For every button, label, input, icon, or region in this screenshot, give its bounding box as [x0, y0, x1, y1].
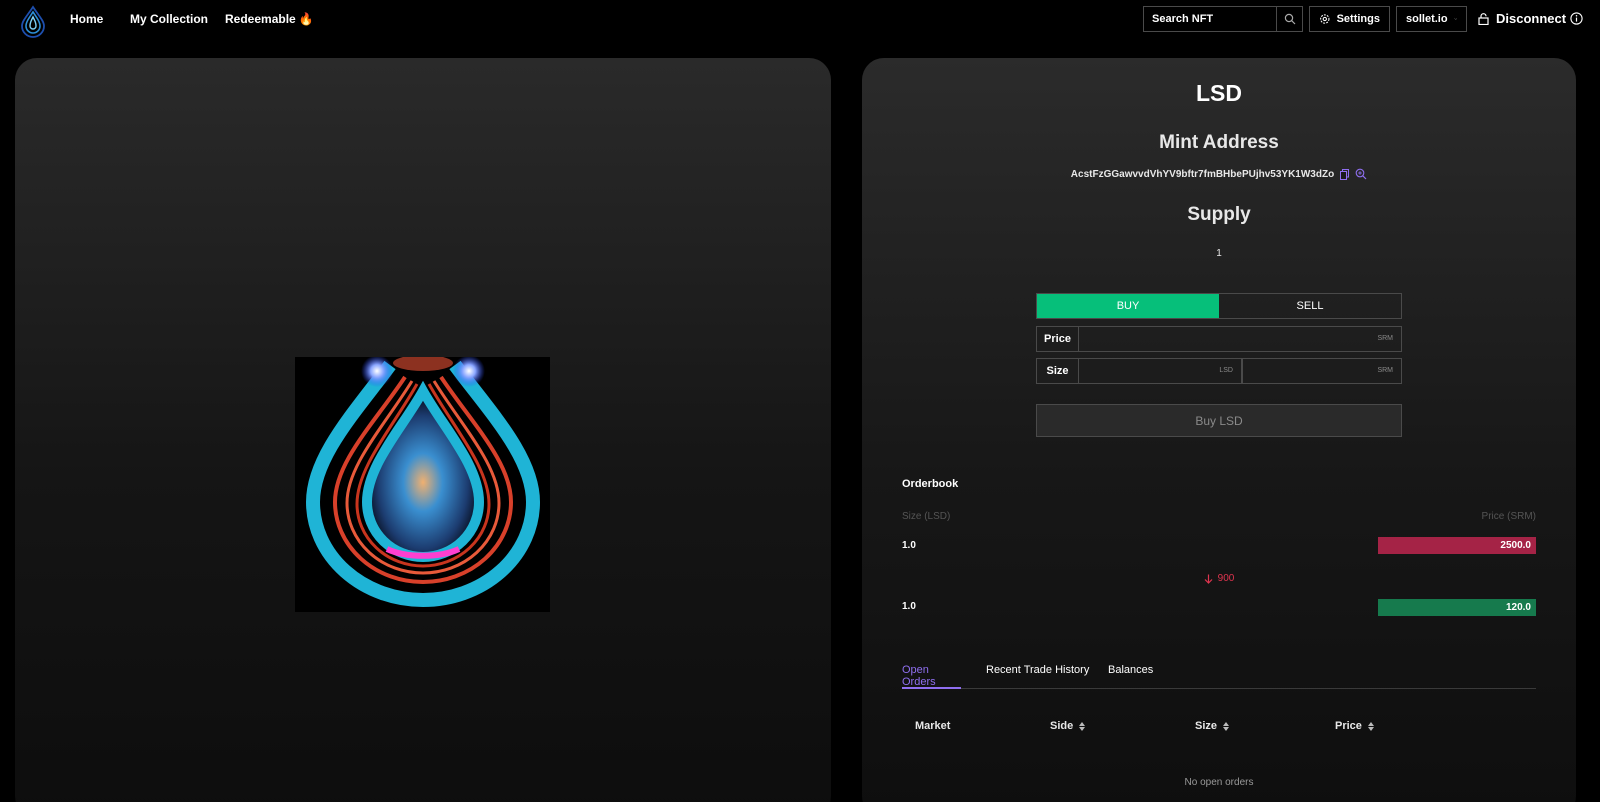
last-price-value: 900: [1217, 573, 1235, 584]
column-header-price[interactable]: Price: [1335, 720, 1374, 732]
disconnect-label: Disconnect: [1496, 11, 1567, 26]
sort-icon: [1367, 721, 1374, 731]
mint-address-row: AcstFzGGawvvdVhYV9bftr7fmBHbePUjhv53YK1W…: [862, 168, 1576, 180]
size-base-input-wrapper: LSD: [1079, 358, 1242, 384]
orders-tabs: Open Orders Recent Trade History Balance…: [902, 664, 1536, 689]
size-base-input[interactable]: [1079, 359, 1241, 383]
nav-redeemable-link[interactable]: Redeemable 🔥: [225, 12, 314, 26]
tab-balances[interactable]: Balances: [1108, 664, 1153, 689]
buy-submit-button[interactable]: Buy LSD: [1036, 404, 1402, 437]
chevron-down-icon: [1453, 18, 1457, 20]
price-label: Price: [1036, 326, 1079, 352]
sell-tab[interactable]: SELL: [1219, 294, 1401, 318]
size-quote-input-wrapper: SRM: [1242, 358, 1402, 384]
lock-icon: [1478, 12, 1489, 25]
price-input-wrapper: SRM: [1079, 326, 1402, 352]
column-header-size[interactable]: Size: [1195, 720, 1230, 732]
search-bar: [1143, 6, 1303, 32]
nav-my-collection-link[interactable]: My Collection: [130, 12, 208, 26]
arrow-down-icon: [1204, 574, 1213, 584]
buy-sell-toggle: BUY SELL: [1036, 293, 1402, 319]
wallet-provider-label: sollet.io: [1406, 13, 1448, 25]
nft-details-panel: LSD Mint Address AcstFzGGawvvdVhYV9bftr7…: [862, 58, 1576, 802]
sort-icon: [1223, 721, 1230, 731]
settings-label: Settings: [1336, 13, 1380, 25]
nav-redeemable-label: Redeemable: [225, 12, 296, 26]
tab-recent-trade-history[interactable]: Recent Trade History: [986, 664, 1089, 689]
explorer-search-icon[interactable]: [1355, 168, 1367, 180]
search-icon: [1284, 13, 1295, 25]
nav-home-link[interactable]: Home: [70, 12, 103, 26]
top-navbar: Home My Collection Redeemable🔥 Settings …: [0, 0, 1600, 40]
info-icon[interactable]: [1570, 12, 1583, 25]
tab-open-orders[interactable]: Open Orders: [902, 664, 961, 689]
column-price-label: Price: [1335, 720, 1362, 732]
buy-tab[interactable]: BUY: [1037, 294, 1219, 318]
mint-address-heading: Mint Address: [1159, 132, 1279, 153]
ask-row-price[interactable]: 2500.0: [1378, 537, 1536, 554]
mint-address-value: AcstFzGGawvvdVhYV9bftr7fmBHbePUjhv53YK1W…: [1070, 168, 1335, 180]
orderbook-price-header: Price (SRM): [1481, 511, 1536, 522]
column-header-side[interactable]: Side: [1050, 720, 1086, 732]
bid-row-size: 1.0: [902, 601, 916, 612]
column-header-market[interactable]: Market: [915, 720, 950, 732]
nft-artwork-image[interactable]: [295, 357, 550, 612]
gear-icon: [1320, 14, 1330, 24]
wallet-provider-select[interactable]: sollet.io: [1396, 6, 1467, 32]
supply-value: 1: [1216, 248, 1222, 259]
size-field-row: Size LSD SRM: [1036, 358, 1402, 384]
nft-title: LSD: [1196, 80, 1242, 106]
size-label: Size: [1036, 358, 1079, 384]
size-quote-unit: SRM: [1377, 367, 1393, 374]
price-unit: SRM: [1377, 335, 1393, 342]
last-price-indicator: 900: [862, 573, 1576, 584]
bid-row-price[interactable]: 120.0: [1378, 599, 1536, 616]
column-market-label: Market: [915, 720, 951, 732]
no-open-orders-message: No open orders: [1184, 777, 1254, 788]
solana-drop-logo-icon[interactable]: [16, 4, 50, 38]
disconnect-button[interactable]: Disconnect: [1478, 11, 1566, 26]
orderbook-title: Orderbook: [902, 478, 959, 490]
fire-icon: 🔥: [298, 12, 314, 26]
copy-icon[interactable]: [1340, 168, 1350, 180]
neon-drop-artwork-icon: [305, 357, 541, 607]
sort-icon: [1079, 721, 1086, 731]
ask-row-size: 1.0: [902, 540, 916, 551]
settings-button[interactable]: Settings: [1309, 6, 1390, 32]
supply-heading: Supply: [1187, 204, 1251, 225]
size-base-unit: LSD: [1219, 367, 1233, 374]
price-input[interactable]: [1079, 327, 1401, 351]
nft-image-panel: [15, 58, 831, 802]
column-size-label: Size: [1195, 720, 1218, 732]
price-field-row: Price SRM: [1036, 326, 1402, 352]
orderbook-size-header: Size (LSD): [902, 511, 951, 522]
column-side-label: Side: [1050, 720, 1074, 732]
search-button[interactable]: [1276, 7, 1302, 31]
search-input[interactable]: [1144, 7, 1278, 31]
